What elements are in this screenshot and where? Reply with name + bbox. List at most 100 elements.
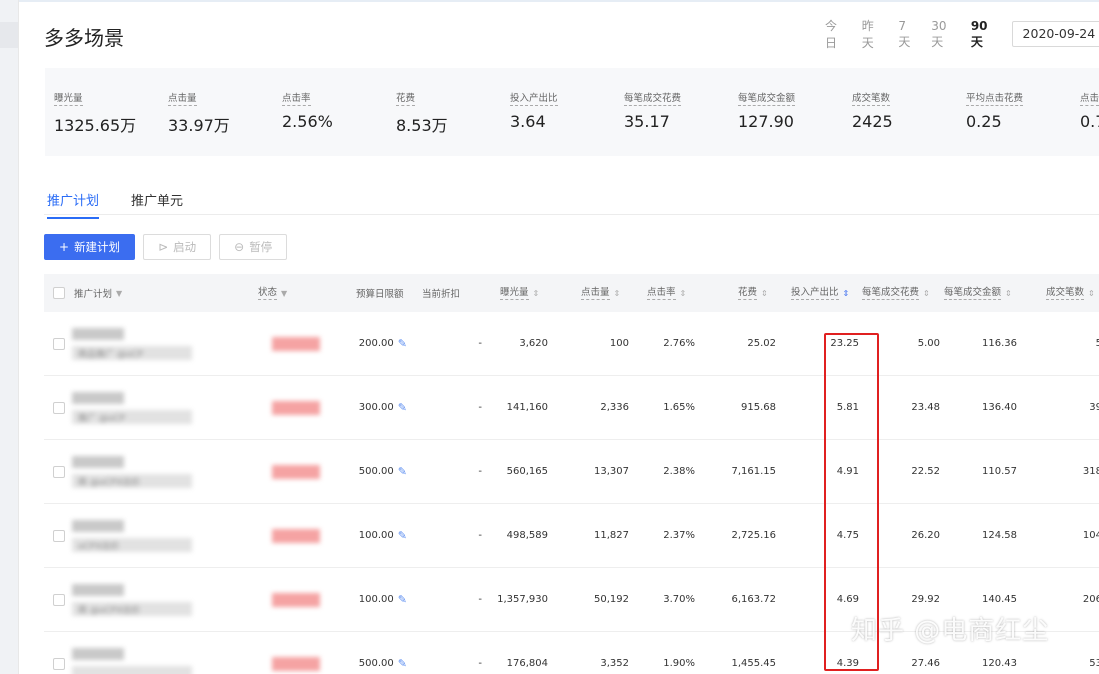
header-ctr[interactable]: 点击率 ⇕ — [647, 274, 686, 312]
header-clicks[interactable]: 点击量 ⇕ — [581, 274, 620, 312]
date-picker-input[interactable]: 2020-09-24 ~ — [1011, 21, 1099, 47]
metric-label[interactable]: 点击率 — [282, 92, 311, 106]
filter-icon[interactable]: ▼ — [281, 289, 287, 298]
pause-button[interactable]: ⊖ 暂停 — [219, 234, 288, 260]
sort-icon[interactable]: ⇕ — [761, 289, 768, 298]
cell-amount-per-order: 136.40 — [982, 402, 1017, 413]
cell-orders: 104 — [1082, 530, 1099, 541]
select-all-checkbox[interactable] — [53, 274, 65, 312]
header-roi[interactable]: 投入产出比 ⇕ — [791, 274, 849, 312]
table-row[interactable]: oCPX出价 100.00 ✎ -498,589 11,827 2.37% 2,725.16… — [44, 504, 1099, 568]
date-option-7d[interactable]: 7天 — [898, 19, 915, 50]
table-row[interactable]: 商品推广 @oCP 200.00 ✎ -3,620 100 2.76% 25.02 23.25… — [44, 312, 1099, 376]
table-row[interactable]: 商 @oCPX出价 500.00 ✎ -560,165 13,307 2.38% 7,161… — [44, 440, 1099, 504]
metric-card: 每笔成交花费 35.17 — [624, 86, 682, 131]
row-checkbox[interactable] — [53, 632, 65, 674]
metric-card: 点击量 33.97万 — [168, 86, 230, 136]
cell-ctr: 1.90% — [663, 658, 695, 669]
metric-card: 点击 0.7 — [1080, 86, 1099, 131]
cell-clicks: 50,192 — [594, 594, 629, 605]
sort-icon[interactable]: ⇕ — [533, 289, 540, 298]
metric-value: 0.25 — [966, 112, 1002, 131]
date-option-30d[interactable]: 30天 — [931, 19, 955, 50]
cell-orders: 39 — [1089, 402, 1099, 413]
cell-discount: - — [478, 530, 482, 541]
header-amount-per-order[interactable]: 每笔成交金额 ⇕ — [944, 274, 1012, 312]
sort-icon[interactable]: ⇕ — [923, 289, 930, 298]
sort-icon[interactable]: ⇕ — [1005, 289, 1012, 298]
cell-cost: 25.02 — [747, 338, 776, 349]
cell-clicks: 100 — [609, 338, 629, 349]
edit-icon[interactable]: ✎ — [398, 465, 407, 478]
watermark: 知乎 @电商红尘 — [851, 616, 1050, 646]
edit-icon[interactable]: ✎ — [398, 593, 407, 606]
sort-icon[interactable]: ⇕ — [614, 289, 621, 298]
metric-label[interactable]: 每笔成交金额 — [738, 92, 796, 106]
metric-card: 每笔成交金额 127.90 — [738, 86, 796, 131]
metric-label[interactable]: 花费 — [396, 92, 416, 106]
cell-discount: - — [478, 594, 482, 605]
row-checkbox[interactable] — [53, 568, 65, 631]
cell-budget: 100.00 ✎ — [358, 593, 407, 606]
header-name[interactable]: 推广计划 ▼ — [74, 274, 122, 312]
cell-ctr: 3.70% — [663, 594, 695, 605]
new-plan-button[interactable]: + 新建计划 — [44, 234, 136, 260]
cell-ctr: 2.76% — [663, 338, 695, 349]
metric-card: 花费 8.53万 — [396, 86, 448, 136]
date-option-today[interactable]: 今日 — [825, 17, 846, 51]
minus-circle-icon: ⊖ — [234, 240, 245, 254]
metric-label[interactable]: 曝光量 — [54, 92, 83, 106]
cell-discount: - — [478, 658, 482, 669]
edit-icon[interactable]: ✎ — [398, 529, 407, 542]
row-checkbox[interactable] — [53, 504, 65, 567]
sort-icon[interactable]: ⇕ — [1088, 289, 1095, 298]
cell-budget: 100.00 ✎ — [358, 529, 407, 542]
edit-icon[interactable]: ✎ — [398, 657, 407, 670]
header-status[interactable]: 状态 ▼ — [258, 274, 287, 312]
cell-clicks: 3,352 — [600, 658, 629, 669]
cell-discount: - — [478, 402, 482, 413]
metric-label[interactable]: 投入产出比 — [510, 92, 558, 106]
cell-clicks: 2,336 — [600, 402, 629, 413]
date-option-yesterday[interactable]: 昨天 — [862, 17, 883, 51]
cell-cost: 7,161.15 — [731, 466, 776, 477]
header-cost[interactable]: 花费 ⇕ — [738, 274, 768, 312]
metric-label[interactable]: 每笔成交花费 — [624, 92, 682, 106]
sort-icon[interactable]: ⇕ — [680, 289, 687, 298]
metric-card: 成交笔数 2425 — [852, 86, 893, 131]
sort-icon-active[interactable]: ⇕ — [843, 289, 850, 298]
date-option-90d[interactable]: 90天 — [971, 19, 996, 50]
metric-value: 2.56% — [282, 112, 333, 131]
table-row[interactable]: 推广 @oCP 300.00 ✎ -141,160 2,336 1.65% 915.68 5.… — [44, 376, 1099, 440]
cell-discount: - — [478, 338, 482, 349]
metric-label[interactable]: 平均点击花费 — [966, 92, 1024, 106]
cell-ctr: 2.38% — [663, 466, 695, 477]
cell-budget: 200.00 ✎ — [358, 337, 407, 350]
new-plan-label: 新建计划 — [74, 240, 121, 254]
filter-icon[interactable]: ▼ — [116, 289, 122, 298]
header-orders[interactable]: 成交笔数 ⇕ — [1046, 274, 1095, 312]
row-checkbox[interactable] — [53, 376, 65, 439]
row-checkbox[interactable] — [53, 440, 65, 503]
cell-orders: 206 — [1082, 594, 1099, 605]
cell-amount-per-order: 110.57 — [982, 466, 1017, 477]
cell-ctr: 2.37% — [663, 530, 695, 541]
cell-cost-per-order: 5.00 — [917, 338, 940, 349]
metric-label[interactable]: 成交笔数 — [852, 92, 891, 106]
cell-orders: 318 — [1082, 466, 1099, 477]
metric-label[interactable]: 点击 — [1080, 92, 1099, 106]
header-impressions[interactable]: 曝光量 ⇕ — [500, 274, 539, 312]
header-cost-per-order[interactable]: 每笔成交花费 ⇕ — [862, 274, 930, 312]
metric-card: 点击率 2.56% — [282, 86, 333, 131]
edit-icon[interactable]: ✎ — [398, 401, 407, 414]
side-strip-tab — [0, 22, 18, 48]
cell-cost: 915.68 — [741, 402, 776, 413]
top-divider — [19, 0, 1099, 2]
start-button[interactable]: ⊳ 启动 — [143, 234, 212, 260]
metric-value: 33.97万 — [168, 116, 230, 135]
row-checkbox[interactable] — [53, 312, 65, 375]
metric-label[interactable]: 点击量 — [168, 92, 197, 106]
metrics-panel: 曝光量 1325.65万 点击量 33.97万 点击率 2.56% 花费 8.53万 投入产出比… — [45, 68, 1099, 156]
cell-cost: 1,455.45 — [731, 658, 776, 669]
edit-icon[interactable]: ✎ — [398, 337, 407, 350]
